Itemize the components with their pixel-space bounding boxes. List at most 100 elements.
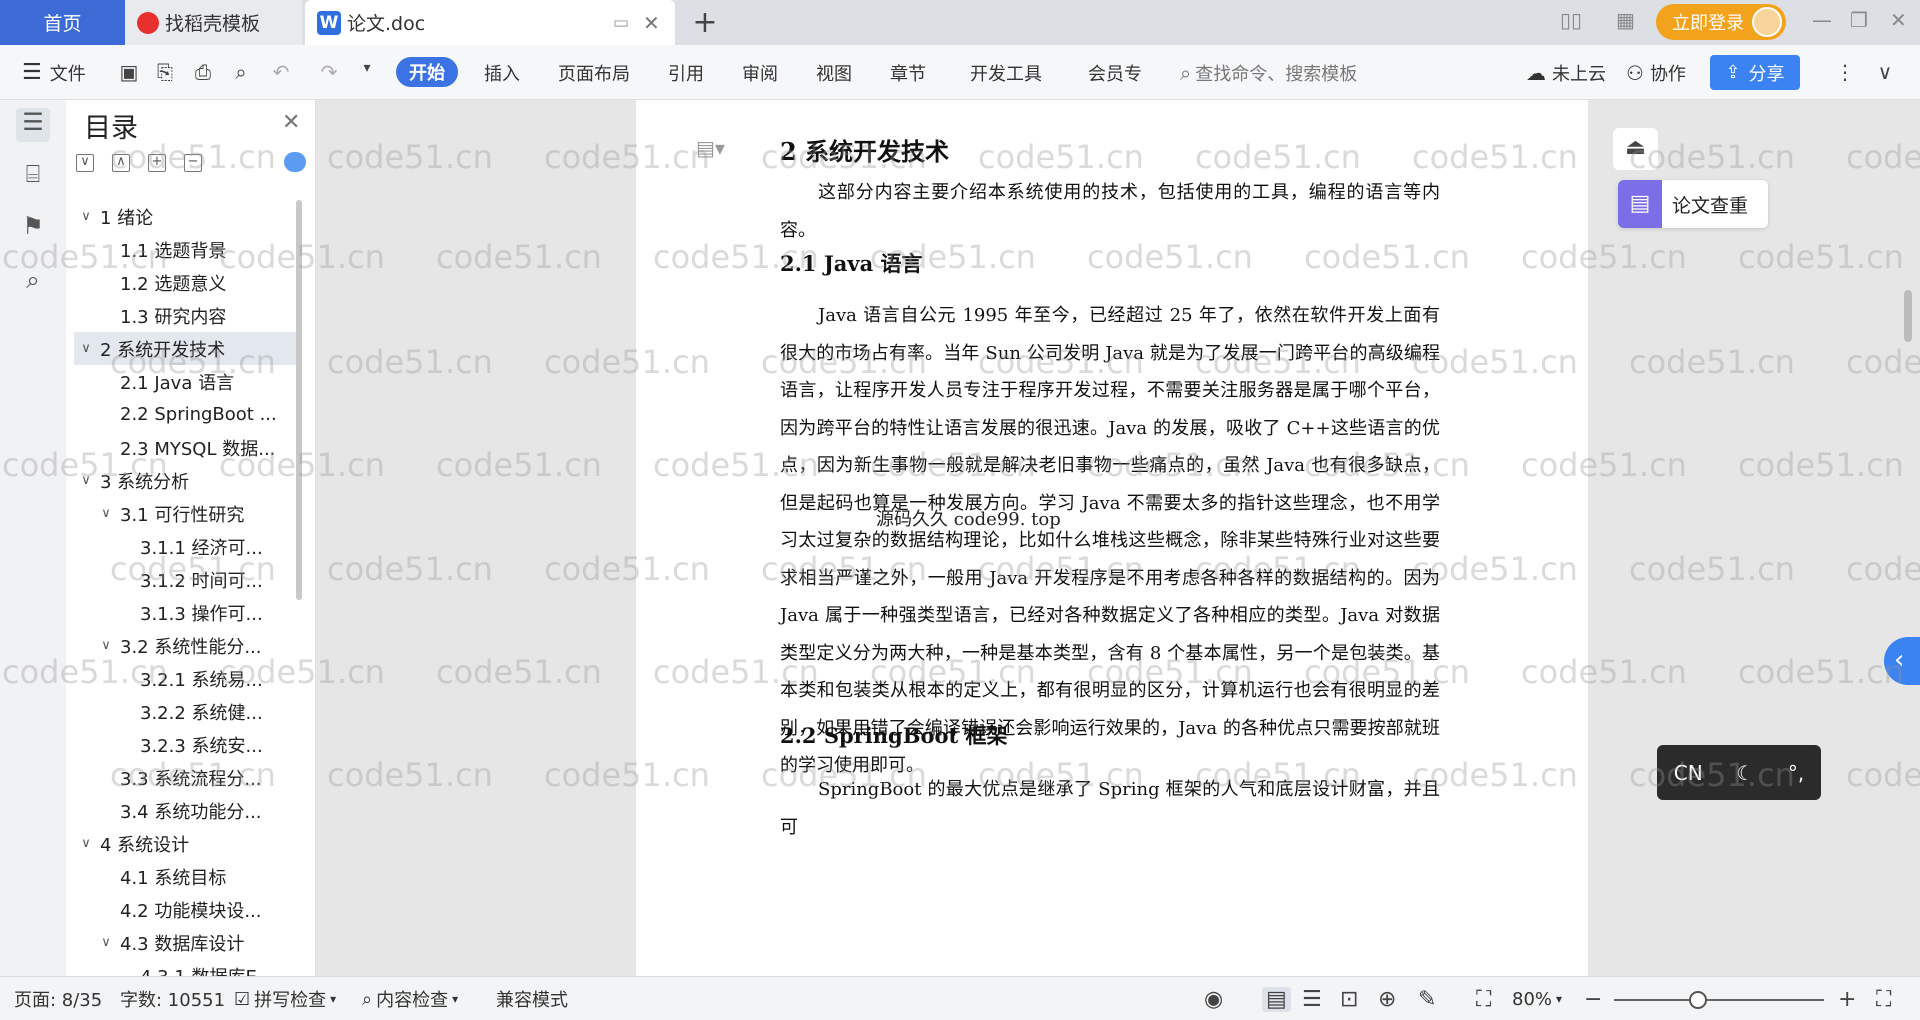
collapse-all-icon[interactable]: ∨ [76, 154, 94, 172]
menu-chapter[interactable]: 章节 [890, 45, 926, 100]
outline-view-icon[interactable]: ☰ [1302, 987, 1322, 1012]
toc-item[interactable]: 3.1.1 经济可... [74, 530, 302, 563]
toc-item[interactable]: 1.3 研究内容 [74, 299, 302, 332]
pen-icon[interactable]: ✎ [1418, 987, 1436, 1012]
toc-item[interactable]: 1.1 选题背景 [74, 233, 302, 266]
collab-button[interactable]: ⚇ 协作 [1626, 45, 1686, 100]
find-icon[interactable]: ⌕ [16, 266, 50, 300]
more-dropdown-icon[interactable]: ▾ [354, 60, 380, 84]
menu-review[interactable]: 审阅 [742, 45, 778, 100]
moon-icon[interactable]: ☾ [1736, 761, 1754, 785]
toc-item[interactable]: ∨ 1 绪论 [74, 200, 302, 233]
chevron-down-icon[interactable]: ∨ [78, 473, 94, 488]
zoom-percent[interactable]: 80% ▾ [1512, 977, 1562, 1020]
toc-item[interactable]: ∨ 3.2 系统性能分... [74, 629, 302, 662]
expand-up-icon[interactable]: ∧ [112, 154, 130, 172]
menu-insert[interactable]: 插入 [484, 45, 520, 100]
new-tab-button[interactable]: + [690, 0, 720, 45]
web-view-icon[interactable]: ⊕ [1378, 987, 1396, 1012]
menu-references[interactable]: 引用 [668, 45, 704, 100]
remove-heading-icon[interactable]: − [184, 154, 202, 172]
menu-member[interactable]: 会员专 [1088, 45, 1142, 100]
reading-view-icon[interactable]: ⊡ [1340, 987, 1358, 1012]
toc-item[interactable]: ∨ 3.1 可行性研究 [74, 497, 302, 530]
toc-item[interactable]: 4.2 功能模块设... [74, 893, 302, 926]
toc-item[interactable]: 3.3 系统流程分... [74, 761, 302, 794]
toc-item[interactable]: ∨ 4.3 数据库设计 [74, 926, 302, 959]
chevron-down-icon[interactable]: ∨ [98, 506, 114, 521]
toc-item[interactable]: 2.2 SpringBoot ... [74, 398, 302, 431]
toc-item[interactable]: 3.1.3 操作可... [74, 596, 302, 629]
zoom-slider[interactable] [1614, 991, 1824, 1009]
punctuation-icon[interactable]: °, [1788, 761, 1804, 785]
bookmark-icon[interactable]: ⚑ [16, 212, 50, 246]
tab-home[interactable]: 首页 [0, 0, 125, 45]
add-heading-icon[interactable]: + [148, 154, 166, 172]
content-check-button[interactable]: ⌕ 内容检查 ▾ [362, 977, 458, 1020]
toc-item[interactable]: ∨ 3 系统分析 [74, 464, 302, 497]
menu-start[interactable]: 开始 [396, 57, 458, 87]
word-count[interactable]: 字数: 10551 [120, 977, 225, 1020]
export-pdf-icon[interactable]: ⎘ [152, 60, 178, 84]
toc-close-icon[interactable]: ✕ [282, 110, 300, 135]
toc-item[interactable]: 2.3 MYSQL 数据... [74, 431, 302, 464]
redo-icon[interactable]: ↷ [316, 60, 342, 84]
close-tab-icon[interactable]: ✕ [643, 11, 660, 35]
toc-scrollbar[interactable] [296, 200, 302, 600]
doc-outline-icon[interactable]: ▤▾ [696, 136, 725, 160]
chevron-down-icon[interactable]: ∨ [98, 638, 114, 653]
page-view-icon[interactable]: ▤ [1262, 987, 1291, 1012]
fullscreen-icon[interactable]: ⛶ [1876, 987, 1891, 1012]
menu-view[interactable]: 视图 [816, 45, 852, 100]
toc-item[interactable]: 4.3.1 数据库E... [74, 959, 302, 977]
thesis-check-button[interactable]: ▤ 论文查重 [1618, 180, 1768, 228]
tab-template[interactable]: 找稻壳模板 [125, 0, 302, 45]
ime-toolbar[interactable]: CN ☾ °, [1657, 745, 1821, 800]
ime-cn-label[interactable]: CN [1674, 761, 1703, 785]
spell-check-button[interactable]: ☑ 拼写检查 ▾ [234, 977, 336, 1020]
zoom-slider-knob[interactable] [1689, 991, 1707, 1009]
monitor-icon[interactable]: ▭ [613, 13, 629, 33]
more-icon[interactable]: ⋮ [1832, 60, 1858, 84]
save-icon[interactable]: ▣ [116, 60, 142, 84]
chapter-nav-icon[interactable]: ⌸ [16, 160, 50, 194]
toc-item[interactable]: ∨ 4 系统设计 [74, 827, 302, 860]
chevron-down-icon[interactable]: ∨ [78, 341, 94, 356]
toc-item[interactable]: 3.2.2 系统健... [74, 695, 302, 728]
eye-protect-icon[interactable]: ◉ [1204, 987, 1223, 1012]
toc-item[interactable]: ∨ 2 系统开发技术 [74, 332, 302, 365]
restore-icon[interactable]: ❐ [1850, 8, 1868, 32]
zoom-out-icon[interactable]: − [1584, 987, 1602, 1012]
login-button[interactable]: 立即登录 [1656, 4, 1786, 40]
toc-item[interactable]: 3.2.1 系统易... [74, 662, 302, 695]
toc-item[interactable]: 3.2.3 系统安... [74, 728, 302, 761]
grid-icon[interactable]: ▦ [1616, 8, 1635, 32]
toc-item[interactable]: 2.1 Java 语言 [74, 365, 302, 398]
fit-page-icon[interactable]: ⛶ [1476, 987, 1491, 1012]
menu-developer[interactable]: 开发工具 [970, 45, 1042, 100]
layout-icon[interactable]: ▯▯ [1560, 8, 1582, 32]
toc-icon[interactable]: ☰ [16, 108, 50, 142]
tab-document[interactable]: W 论文.doc ▭ ✕ [305, 0, 675, 45]
menu-page-layout[interactable]: 页面布局 [558, 45, 630, 100]
document-scrollbar[interactable] [1904, 290, 1912, 342]
toc-item[interactable]: 4.1 系统目标 [74, 860, 302, 893]
command-search[interactable]: ⌕ 查找命令、搜索模板 [1180, 45, 1380, 100]
file-menu[interactable]: ☰ 文件 [22, 45, 86, 100]
toc-item[interactable]: 3.1.2 时间可... [74, 563, 302, 596]
collapse-ribbon-icon[interactable]: ∨ [1872, 60, 1898, 84]
toc-item[interactable]: 3.4 系统功能分... [74, 794, 302, 827]
chevron-down-icon[interactable]: ∨ [78, 836, 94, 851]
chevron-down-icon[interactable]: ∨ [98, 935, 114, 950]
page-indicator[interactable]: 页面: 8/35 [14, 977, 102, 1020]
share-button[interactable]: ⇪ 分享 [1710, 55, 1800, 90]
undo-icon[interactable]: ↶ [268, 60, 294, 84]
zoom-in-icon[interactable]: + [1838, 987, 1856, 1012]
minimize-icon[interactable]: — [1812, 8, 1832, 32]
print-icon[interactable]: ⎙ [190, 60, 216, 84]
collapse-panel-icon[interactable]: ⏏ [1613, 128, 1658, 170]
close-window-icon[interactable]: ✕ [1890, 8, 1907, 32]
chevron-down-icon[interactable]: ∨ [78, 209, 94, 224]
cloud-status[interactable]: ☁ 未上云 [1526, 45, 1606, 100]
toc-item[interactable]: 1.2 选题意义 [74, 266, 302, 299]
